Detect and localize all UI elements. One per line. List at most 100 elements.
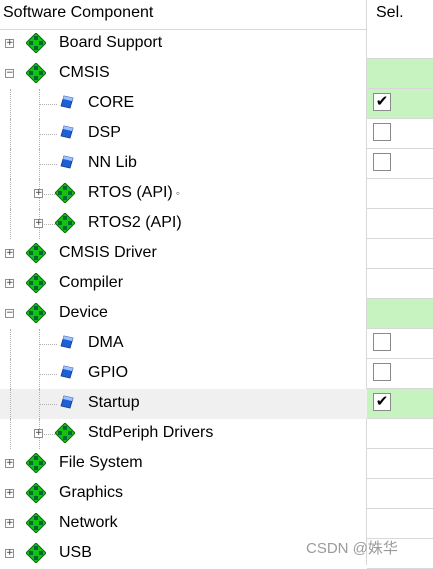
unselected-checkbox[interactable] bbox=[373, 333, 391, 351]
tree-row-board-support[interactable]: + Board Support bbox=[0, 29, 433, 59]
tree-row-startup[interactable]: Startup ✔ bbox=[0, 389, 433, 419]
tree-row-label-text: StdPeriph Drivers bbox=[88, 424, 214, 441]
tree-row-label: DSP bbox=[88, 124, 121, 142]
tree-row-nn-lib[interactable]: NN Lib bbox=[0, 149, 433, 179]
expand-toggle-icon[interactable]: + bbox=[5, 549, 14, 558]
sel-cell bbox=[367, 419, 433, 449]
tree-line bbox=[39, 344, 57, 345]
package-icon bbox=[25, 272, 47, 294]
tree-line bbox=[39, 404, 57, 405]
tree-row-label: Network bbox=[59, 514, 118, 532]
tree-row-file-system[interactable]: + File System bbox=[0, 449, 433, 479]
tree-row-label: Graphics bbox=[59, 484, 123, 502]
tree-row-cmsis-driver[interactable]: + CMSIS Driver bbox=[0, 239, 433, 269]
expand-toggle-icon[interactable]: + bbox=[34, 219, 43, 228]
tree-line bbox=[39, 164, 57, 165]
tree-line bbox=[10, 329, 11, 359]
sel-cell[interactable] bbox=[367, 359, 433, 389]
unselected-checkbox[interactable] bbox=[373, 123, 391, 141]
variant-indicator-icon: ◦ bbox=[175, 186, 181, 200]
sel-cell bbox=[367, 239, 433, 269]
package-icon bbox=[25, 542, 47, 564]
tree-row-cmsis[interactable]: − CMSIS bbox=[0, 59, 433, 89]
tree-row-label-text: CORE bbox=[88, 94, 135, 111]
tree-row-label: RTOS2 (API) bbox=[88, 214, 182, 232]
sel-cell[interactable]: ✔ bbox=[367, 389, 433, 419]
tree-row-label-text: DMA bbox=[88, 334, 124, 351]
selected-checkbox[interactable]: ✔ bbox=[373, 93, 391, 111]
tree-row-label-text: GPIO bbox=[88, 364, 129, 381]
tree-row-label-text: USB bbox=[59, 544, 92, 561]
expand-toggle-icon[interactable]: + bbox=[5, 519, 14, 528]
tree-row-label-text: Startup bbox=[88, 394, 140, 411]
collapse-toggle-icon[interactable]: − bbox=[5, 309, 14, 318]
collapse-toggle-icon[interactable]: − bbox=[5, 69, 14, 78]
watermark: CSDN @姝华 bbox=[306, 540, 398, 557]
package-icon bbox=[54, 212, 76, 234]
expand-toggle-icon[interactable]: + bbox=[34, 429, 43, 438]
tree-line bbox=[10, 179, 11, 209]
tree-row-compiler[interactable]: + Compiler bbox=[0, 269, 433, 299]
tree-line bbox=[39, 374, 57, 375]
tree-line bbox=[10, 209, 11, 239]
expand-toggle-icon[interactable]: + bbox=[34, 189, 43, 198]
expand-toggle-icon[interactable]: + bbox=[5, 279, 14, 288]
sel-cell bbox=[367, 179, 433, 209]
expand-toggle-icon[interactable]: + bbox=[5, 249, 14, 258]
sel-cell bbox=[367, 509, 433, 539]
sel-cell bbox=[367, 479, 433, 509]
tree-row-label-text: RTOS (API) bbox=[88, 184, 173, 201]
tree-line bbox=[39, 329, 40, 359]
component-icon bbox=[60, 395, 74, 409]
sel-cell[interactable] bbox=[367, 149, 433, 179]
tree-row-label-text: Compiler bbox=[59, 274, 124, 291]
tree-line bbox=[10, 89, 11, 119]
expand-toggle-icon[interactable]: + bbox=[5, 489, 14, 498]
component-icon bbox=[60, 125, 74, 139]
tree-line bbox=[10, 359, 11, 389]
package-icon bbox=[25, 512, 47, 534]
sel-cell[interactable]: ✔ bbox=[367, 89, 433, 119]
tree-line bbox=[39, 359, 40, 389]
tree-row-gpio[interactable]: GPIO bbox=[0, 359, 433, 389]
sel-cell bbox=[367, 269, 433, 299]
sel-cell[interactable] bbox=[367, 119, 433, 149]
tree-row-rtos2-api[interactable]: + RTOS2 (API) bbox=[0, 209, 433, 239]
tree-row-graphics[interactable]: + Graphics bbox=[0, 479, 433, 509]
sel-cell bbox=[367, 209, 433, 239]
tree-row-label: CORE bbox=[88, 94, 134, 112]
column-header-software-component[interactable]: Software Component bbox=[3, 4, 153, 22]
table-header: Software Component Sel. bbox=[0, 0, 433, 30]
sel-cell bbox=[367, 449, 433, 479]
tree-row-rtos-api[interactable]: + RTOS (API) ◦ bbox=[0, 179, 433, 209]
tree-line bbox=[10, 389, 11, 419]
unselected-checkbox[interactable] bbox=[373, 363, 391, 381]
tree-row-dma[interactable]: DMA bbox=[0, 329, 433, 359]
selected-checkbox[interactable]: ✔ bbox=[373, 393, 391, 411]
expand-toggle-icon[interactable]: + bbox=[5, 39, 14, 48]
tree-row-device[interactable]: − Device bbox=[0, 299, 433, 329]
tree-row-label: NN Lib bbox=[88, 154, 137, 172]
component-icon bbox=[60, 335, 74, 349]
package-icon bbox=[25, 302, 47, 324]
tree-row-label-text: Network bbox=[59, 514, 118, 531]
sel-cell[interactable] bbox=[367, 329, 433, 359]
tree-row-network[interactable]: + Network bbox=[0, 509, 433, 539]
column-header-sel[interactable]: Sel. bbox=[376, 4, 404, 22]
tree-row-label-text: NN Lib bbox=[88, 154, 137, 171]
tree-row-label: USB bbox=[59, 544, 92, 562]
tree-line bbox=[39, 89, 40, 119]
component-icon bbox=[60, 155, 74, 169]
tree-row-dsp[interactable]: DSP bbox=[0, 119, 433, 149]
tree-row-core[interactable]: CORE ✔ bbox=[0, 89, 433, 119]
expand-toggle-icon[interactable]: + bbox=[5, 459, 14, 468]
package-icon bbox=[25, 482, 47, 504]
unselected-checkbox[interactable] bbox=[373, 153, 391, 171]
component-icon bbox=[60, 365, 74, 379]
tree-row-label: Compiler bbox=[59, 274, 123, 292]
tree-line bbox=[39, 104, 57, 105]
sel-cell bbox=[367, 29, 433, 59]
package-icon bbox=[25, 62, 47, 84]
tree-row-label-text: CMSIS bbox=[59, 64, 110, 81]
tree-row-stdperiph-drivers[interactable]: + StdPeriph Drivers bbox=[0, 419, 433, 449]
